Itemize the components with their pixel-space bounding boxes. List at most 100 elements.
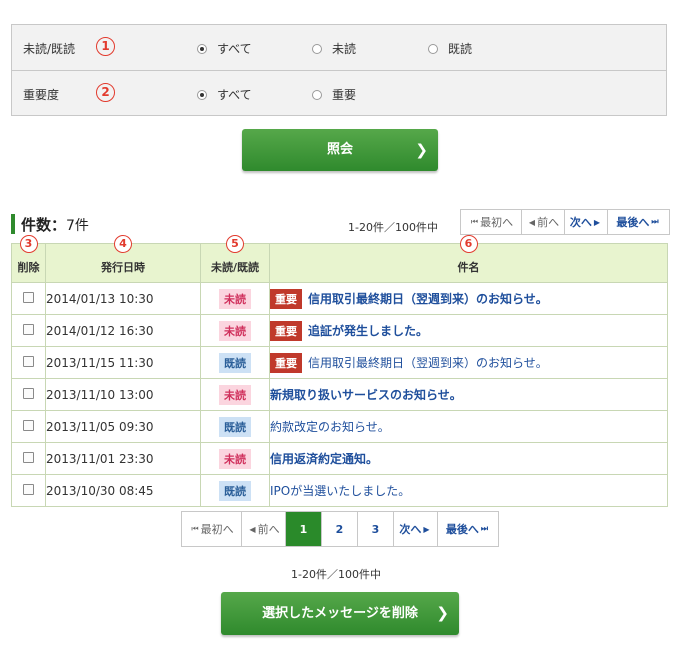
subject-cell: 重要 信用取引最終期日（翌週到来）のお知らせ。 [269,282,668,315]
delete-checkbox[interactable] [23,355,34,367]
table-row: 2013/11/15 11:30 既読 重要 信用取引最終期日（翌週到来）のお知らせ。 [11,346,668,379]
radio-importance-all[interactable]: すべて [197,86,252,103]
header-subject-label: 件名 [457,261,480,274]
status-badge: 未読 [219,384,251,405]
status-badge: 既読 [219,352,251,373]
subject-link[interactable]: 信用返済約定通知。 [270,452,378,466]
pager-top-first[interactable]: ⏮ 最初へ [461,210,522,234]
header-date-label: 発行日時 [101,261,145,274]
status-cell: 未読 [200,314,270,347]
last-page-icon: ⏭ [480,524,489,533]
date-cell: 2013/11/05 09:30 [45,410,201,443]
status-cell: 既読 [200,410,270,443]
page-3[interactable]: 3 [358,512,394,546]
delete-cell [11,282,46,315]
subject-link[interactable]: 信用取引最終期日（翌週到来）のお知らせ。 [308,292,548,306]
header-delete: 3 削除 [11,235,46,283]
important-badge: 重要 [270,352,302,373]
radio-importance-all-circle[interactable] [197,90,207,100]
subject-cell: 約款改定のお知らせ。 [269,410,668,443]
table-row: 2013/11/05 09:30 既読 約款改定のお知らせ。 [11,410,668,443]
radio-read-circle[interactable] [428,44,438,54]
pager-top-prev-label: 前へ [537,216,560,229]
delete-checkbox[interactable] [23,387,34,399]
radio-important-circle[interactable] [312,90,322,100]
delete-cell [11,474,46,507]
chevron-right-icon: ❯ [415,141,428,159]
filter-panel: 未読/既読 1 すべて 未読 既読 重要度 2 すべて 重要 [11,24,667,116]
status-badge: 既読 [219,480,251,501]
radio-read-all-circle[interactable] [197,44,207,54]
status-badge: 未読 [219,320,251,341]
annotation-marker-1: 1 [96,37,115,56]
range-text-bottom: 1-20件／100件中 [291,568,381,581]
subject-cell: 信用返済約定通知。 [269,442,668,475]
date-cell: 2014/01/13 10:30 [45,282,201,315]
subject-link[interactable]: 信用取引最終期日（翌週到来）のお知らせ。 [308,356,548,370]
status-badge: 未読 [219,448,251,469]
radio-unread-label: 未読 [332,42,357,56]
status-badge: 未読 [219,288,251,309]
header-status: 5 未読/既読 [200,235,270,283]
table-row: 2013/10/30 08:45 既読 IPOが当選いたしました。 [11,474,668,507]
chevron-right-icon: ❯ [436,604,449,622]
importance-filter-row: 重要度 2 すべて 重要 [12,71,666,116]
last-page-icon: ⏭ [651,217,659,226]
pager-bottom-first-label: 最初へ [200,523,234,536]
radio-read-all-label: すべて [217,42,252,56]
important-badge: 重要 [270,320,302,341]
delete-checkbox[interactable] [23,451,34,463]
pager-top-next-label: 次へ [569,216,592,229]
status-cell: 既読 [200,346,270,379]
table-row: 2014/01/12 16:30 未読 重要 追証が発生しました。 [11,314,668,347]
radio-read-all[interactable]: すべて [197,40,252,57]
subject-link[interactable]: 追証が発生しました。 [308,324,428,338]
radio-important[interactable]: 重要 [312,86,356,103]
pager-bottom-next-label: 次へ [399,523,422,536]
pager-top-prev[interactable]: ◀ 前へ [522,210,565,234]
pager-bottom-last[interactable]: 最後へ ⏭ [438,512,498,546]
subject-cell: 重要 追証が発生しました。 [269,314,668,347]
pager-bottom: ⏮ 最初へ ◀ 前へ 1 2 3 次へ ▶ 最後へ ⏭ [181,511,499,547]
prev-page-icon: ◀ [249,524,256,534]
annotation-marker-5: 5 [226,235,244,253]
pager-top-next[interactable]: 次へ ▶ [565,210,608,234]
query-button-label: 照会 [326,142,353,157]
table-row: 2013/11/01 23:30 未読 信用返済約定通知。 [11,442,668,475]
page-1[interactable]: 1 [286,512,322,546]
subject-link[interactable]: 新規取り扱いサービスのお知らせ。 [270,388,462,402]
annotation-marker-2: 2 [96,83,115,102]
importance-filter-label: 重要度 [23,88,60,102]
page-2[interactable]: 2 [322,512,358,546]
radio-unread-circle[interactable] [312,44,322,54]
next-page-icon: ▶ [593,217,601,227]
message-count: 件数：7件 [21,214,89,235]
annotation-marker-3: 3 [19,235,38,253]
pager-bottom-next[interactable]: 次へ ▶ [394,512,438,546]
pager-bottom-last-label: 最後へ [445,523,479,536]
status-cell: 未読 [200,442,270,475]
query-button[interactable]: 照会 ❯ [242,129,438,171]
first-page-icon: ⏮ [470,217,479,226]
delete-checkbox[interactable] [23,291,34,303]
delete-checkbox[interactable] [23,483,34,495]
pager-top-last[interactable]: 最後へ ⏭ [608,210,669,234]
pager-top-first-label: 最初へ [480,216,514,229]
radio-read[interactable]: 既読 [428,40,472,57]
delete-cell [11,346,46,379]
delete-checkbox[interactable] [23,419,34,431]
delete-selected-button[interactable]: 選択したメッセージを削除 ❯ [221,592,459,635]
delete-checkbox[interactable] [23,323,34,335]
table-header-row: 3 削除 4 発行日時 5 未読/既読 6 件名 [11,235,668,283]
message-table: 3 削除 4 発行日時 5 未読/既読 6 件名 2014/01/13 10:30 未読重… [11,235,668,507]
subject-link[interactable]: 約款改定のお知らせ。 [270,420,390,434]
subject-link[interactable]: IPOが当選いたしました。 [270,484,410,498]
message-count-value: 7件 [66,218,89,234]
pager-bottom-first[interactable]: ⏮ 最初へ [182,512,242,546]
subject-cell: 重要 信用取引最終期日（翌週到来）のお知らせ。 [269,346,668,379]
pager-bottom-prev[interactable]: ◀ 前へ [242,512,286,546]
status-cell: 未読 [200,282,270,315]
status-cell: 未読 [200,378,270,411]
radio-unread[interactable]: 未読 [312,40,356,57]
delete-cell [11,378,46,411]
